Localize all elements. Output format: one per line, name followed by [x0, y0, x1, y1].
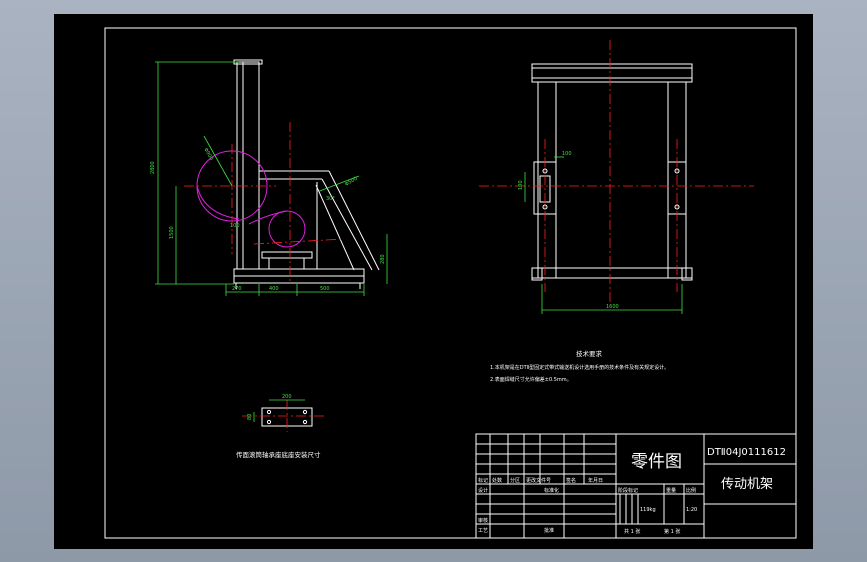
dim-top-bar: 100	[230, 223, 240, 229]
sheet-count: 共 1 张	[624, 528, 640, 535]
dim-height-frame: 1500	[169, 226, 175, 239]
dim-angle: 30°	[326, 196, 335, 202]
side-view: 2800 1500 270 400 500 100 280 Φ900 Φ500 …	[150, 59, 388, 296]
dim-dia-small: Φ500	[344, 176, 359, 188]
part-name: 传动机架	[721, 477, 773, 492]
dim-base-mid: 400	[269, 286, 279, 292]
svg-text:工艺: 工艺	[478, 528, 488, 534]
svg-text:标准化: 标准化	[544, 487, 559, 494]
dim-plate-w: 100	[562, 151, 572, 157]
drawing-canvas: 2800 1500 270 400 500 100 280 Φ900 Φ500 …	[104, 27, 797, 539]
title-block: 零件图 DTⅡ04J0111612 传动机架 标记 处数 分区 更改文件号 签名…	[475, 433, 797, 539]
svg-text:年月日: 年月日	[588, 477, 603, 484]
svg-text:重量: 重量	[666, 487, 676, 494]
detail-view: 200 80 传面滚筒轴承座底座安装尺寸	[236, 394, 324, 459]
front-view: 1600 100 100	[479, 40, 754, 314]
dim-dia-big: Φ900	[202, 147, 214, 162]
scale-value: 1:20	[686, 507, 697, 513]
svg-text:阶段标记: 阶段标记	[618, 487, 638, 494]
detail-caption: 传面滚筒轴承座底座安装尺寸	[236, 450, 321, 459]
svg-text:处数: 处数	[492, 477, 502, 484]
cad-viewport[interactable]: 2800 1500 270 400 500 100 280 Φ900 Φ500 …	[54, 14, 813, 549]
svg-text:分区: 分区	[510, 477, 520, 484]
svg-text:标记: 标记	[478, 477, 488, 484]
sheet-number: 第 1 张	[664, 528, 680, 535]
svg-text:设计: 设计	[478, 487, 488, 494]
dim-height-total: 2800	[150, 161, 156, 174]
detail-dim-a: 200	[282, 394, 292, 400]
part-type: 零件图	[631, 452, 682, 472]
weight-value: 119kg	[640, 507, 656, 513]
dim-width: 1600	[606, 304, 619, 310]
svg-text:签名: 签名	[566, 477, 576, 484]
drawing-number: DTⅡ04J0111612	[707, 447, 786, 458]
dim-plate-h: 100	[518, 180, 524, 190]
tech-req-line1: 1.本机架是在DTⅡ型固定式带式输送机设计选用手册的技术条件及有关规定设计。	[490, 364, 669, 371]
tech-requirements: 技术要求 1.本机架是在DTⅡ型固定式带式输送机设计选用手册的技术条件及有关规定…	[490, 349, 669, 383]
drawing-border	[104, 27, 797, 539]
dim-base-right: 500	[320, 286, 330, 292]
detail-dim-b: 80	[247, 414, 253, 420]
svg-text:批准: 批准	[544, 527, 554, 534]
svg-text:更改文件号: 更改文件号	[526, 477, 551, 484]
svg-text:审核: 审核	[478, 517, 488, 524]
tech-req-title: 技术要求	[576, 349, 603, 358]
dim-base-left: 270	[232, 286, 242, 292]
svg-text:比例: 比例	[686, 487, 696, 494]
dim-right-height: 280	[380, 254, 386, 264]
tech-req-line2: 2.表面焊缝尺寸允许偏差±0.5mm。	[490, 376, 572, 383]
